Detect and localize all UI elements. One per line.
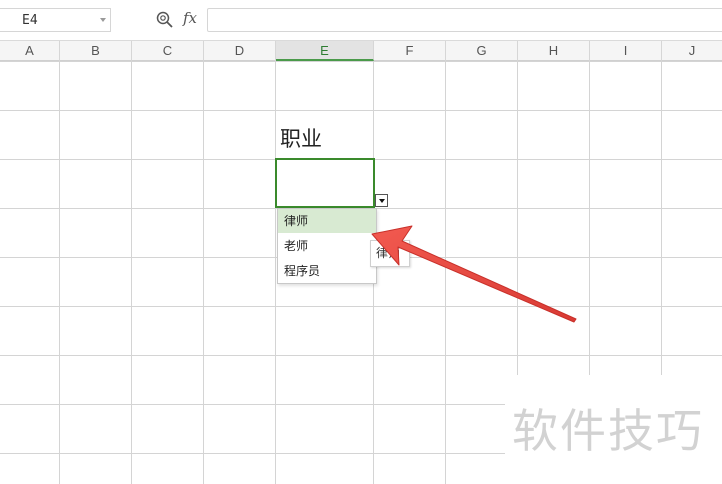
- column-header-row: A B C D E F G H I J: [0, 40, 722, 61]
- dropdown-list: 律师 老师 程序员: [277, 208, 377, 284]
- column-header-d[interactable]: D: [204, 41, 276, 61]
- cell-e3[interactable]: 职业: [280, 123, 322, 153]
- option-tooltip: 律师: [370, 240, 410, 267]
- column-header-a[interactable]: A: [0, 41, 60, 61]
- column-header-h[interactable]: H: [518, 41, 590, 61]
- watermark-text: 软件技巧: [512, 404, 704, 458]
- dropdown-option-programmer[interactable]: 程序员: [278, 259, 376, 283]
- column-header-j[interactable]: J: [662, 41, 722, 61]
- column-header-e[interactable]: E: [276, 41, 374, 61]
- column-header-f[interactable]: F: [374, 41, 446, 61]
- column-header-b[interactable]: B: [60, 41, 132, 61]
- name-box[interactable]: E4: [0, 8, 111, 32]
- column-header-g[interactable]: G: [446, 41, 518, 61]
- zoom-icon[interactable]: [155, 10, 175, 30]
- dropdown-option-teacher[interactable]: 老师: [278, 234, 376, 258]
- formula-input[interactable]: [207, 8, 722, 32]
- column-header-i[interactable]: I: [590, 41, 662, 61]
- function-icon[interactable]: fx: [183, 9, 197, 27]
- dropdown-option-lawyer[interactable]: 律师: [278, 209, 376, 233]
- dropdown-arrow-button[interactable]: [375, 194, 388, 207]
- formula-bar: E4 fx: [0, 0, 722, 40]
- name-box-value: E4: [22, 13, 38, 28]
- selected-cell-e4[interactable]: [275, 158, 375, 208]
- chevron-down-icon[interactable]: [100, 18, 106, 22]
- column-header-c[interactable]: C: [132, 41, 204, 61]
